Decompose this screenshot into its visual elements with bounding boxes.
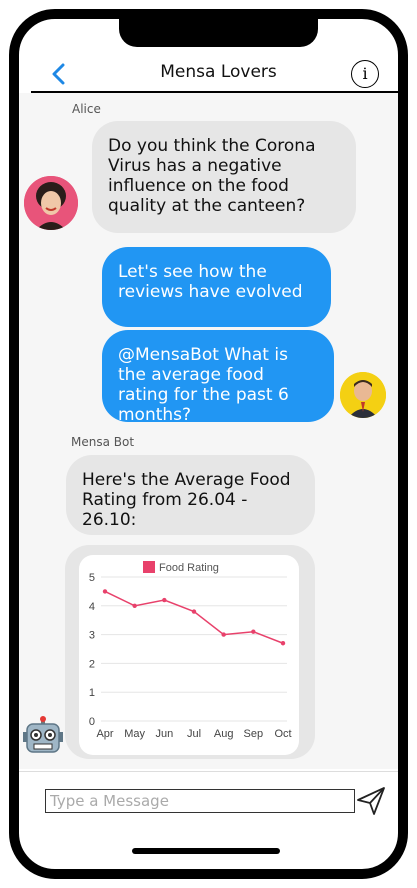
sender-name-alice: Alice — [72, 102, 101, 116]
sender-name-mensa-bot: Mensa Bot — [71, 435, 135, 449]
y-tick-label: 4 — [89, 601, 95, 613]
chart-bubble: 0 1 2 3 4 5 Apr May Jun Jul Aug Sep Oct Food Rating — [65, 545, 315, 759]
message-bubble-own-1: Let's see how the reviews have evolved — [102, 247, 331, 327]
x-tick-label: Oct — [274, 728, 291, 740]
avatar-alice — [24, 176, 78, 230]
x-tick-label: Sep — [244, 728, 264, 740]
message-input[interactable] — [45, 789, 355, 813]
series-line — [104, 590, 284, 644]
data-point — [221, 632, 226, 637]
data-point — [162, 597, 167, 603]
message-bubble-bot: Here's the Average Food Rating from 26.0… — [66, 455, 315, 535]
legend-swatch — [143, 561, 155, 573]
x-tick-label: Aug — [214, 728, 234, 740]
home-indicator — [132, 848, 280, 854]
data-point — [251, 629, 256, 634]
message-bubble-own-2: @MensaBot What is the average food ratin… — [102, 330, 334, 425]
avatar-self — [340, 372, 386, 418]
y-tick-label: 2 — [89, 658, 95, 670]
rating-line-chart: 0 1 2 3 4 5 Apr May Jun Jul Aug Sep Oct Food Rating — [89, 561, 292, 740]
x-tick-label: Apr — [96, 728, 113, 740]
chat-area[interactable]: Alice Do you think the Corona Virus has … — [19, 93, 398, 769]
send-icon[interactable] — [356, 786, 386, 816]
phone-frame: Mensa Lovers i Alice Do you think the Co… — [9, 9, 408, 879]
x-tick-label: Jul — [187, 728, 201, 740]
y-tick-label: 0 — [89, 716, 95, 728]
notch — [119, 19, 318, 47]
x-tick-label: May — [124, 728, 145, 740]
chat-title: Mensa Lovers — [160, 62, 277, 82]
robot-icon — [23, 716, 63, 756]
y-tick-label: 5 — [89, 572, 95, 584]
legend-label: Food Rating — [159, 562, 219, 574]
y-tick-label: 3 — [89, 630, 95, 642]
data-point — [191, 609, 197, 614]
data-point — [280, 641, 286, 646]
x-tick-label: Jun — [155, 728, 173, 740]
info-icon[interactable]: i — [351, 60, 379, 88]
y-tick-label: 1 — [89, 687, 95, 699]
data-point — [132, 603, 137, 608]
message-composer — [19, 771, 398, 832]
data-point — [102, 589, 108, 594]
message-bubble-alice: Do you think the Corona Virus has a nega… — [92, 121, 356, 233]
chart-card: 0 1 2 3 4 5 Apr May Jun Jul Aug Sep Oct Food Rating — [79, 555, 299, 755]
